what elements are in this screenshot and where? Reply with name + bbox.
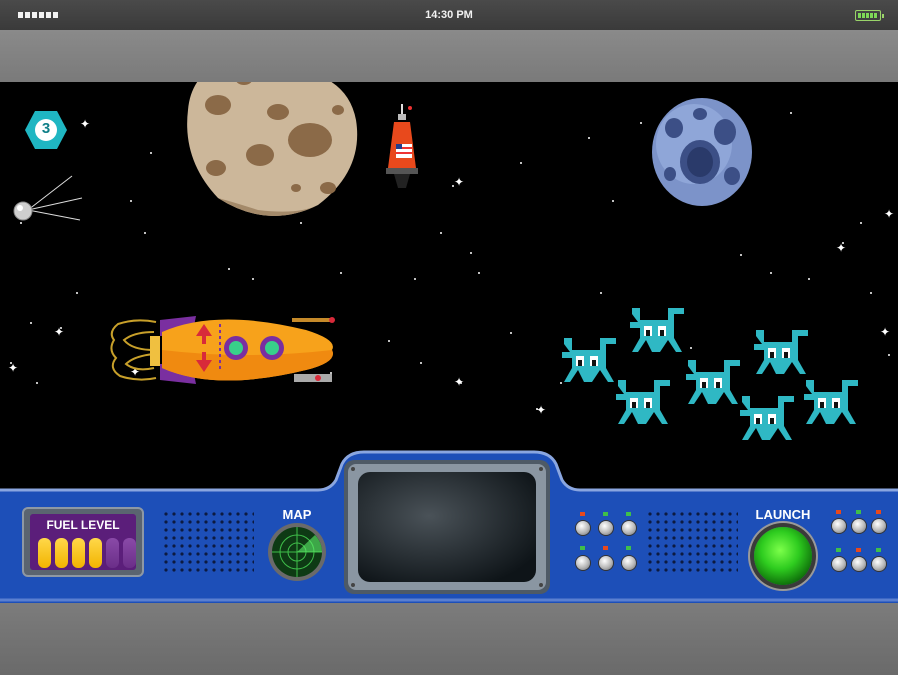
- star: [252, 278, 254, 280]
- map-label: MAP: [282, 507, 312, 522]
- star: [150, 152, 152, 154]
- control-knob[interactable]: [832, 519, 846, 533]
- launch-label: LAUNCH: [755, 507, 811, 522]
- star: [612, 200, 614, 202]
- star: [888, 354, 890, 356]
- alien-icon: [616, 380, 670, 424]
- bottom-bezel: [0, 603, 898, 675]
- fuel-cell: [55, 538, 68, 568]
- battery-icon: [855, 10, 884, 21]
- sparkle-star: ✦: [536, 403, 547, 417]
- star: [228, 268, 230, 270]
- star: [640, 122, 642, 124]
- fuel-cell: [123, 538, 136, 568]
- sparkle-star: ✦: [880, 325, 891, 339]
- sparkle-star: ✦: [884, 207, 895, 221]
- fuel-cells: [38, 538, 136, 568]
- control-knob[interactable]: [872, 557, 886, 571]
- control-knob[interactable]: [622, 556, 636, 570]
- alien-icon: [754, 330, 808, 374]
- capsule-icon: [386, 104, 418, 188]
- space-scene: ✦ ✦ ✦ ✦ ✦ ✦ ✦ ✦ ✦ ✦ 3: [0, 82, 898, 490]
- sparkle-star: ✦: [454, 375, 465, 389]
- sparkle-star: ✦: [80, 117, 91, 131]
- star: [860, 222, 862, 224]
- alien-icon: [740, 396, 794, 440]
- status-bar: 14:30 PM: [0, 0, 898, 30]
- sparkle-star: ✦: [54, 325, 65, 339]
- planet-icon: [187, 82, 358, 216]
- radar-icon[interactable]: [267, 522, 327, 582]
- control-knob[interactable]: [852, 519, 866, 533]
- star: [414, 278, 416, 280]
- level-number: 3: [41, 120, 51, 137]
- star: [510, 332, 512, 334]
- sparkle-star: ✦: [836, 241, 847, 255]
- star: [144, 232, 146, 234]
- star: [420, 362, 422, 364]
- star: [478, 272, 480, 274]
- star: [808, 278, 810, 280]
- star: [588, 137, 590, 139]
- star: [740, 254, 742, 256]
- control-knob[interactable]: [852, 557, 866, 571]
- screen-icon: [344, 460, 550, 594]
- control-knob[interactable]: [576, 521, 590, 535]
- star: [520, 162, 522, 164]
- speaker-grille-right: [646, 510, 738, 576]
- control-knob[interactable]: [832, 557, 846, 571]
- fuel-label: FUEL LEVEL: [46, 518, 120, 532]
- control-knob[interactable]: [872, 519, 886, 533]
- star: [36, 382, 38, 384]
- satellite-icon: [13, 175, 83, 221]
- star: [20, 222, 22, 224]
- fuel-gauge: FUEL LEVEL: [22, 507, 144, 577]
- star: [388, 340, 390, 342]
- sparkle-star: ✦: [454, 175, 465, 189]
- alien-invaders: [562, 308, 858, 440]
- control-knob[interactable]: [599, 521, 613, 535]
- control-knob[interactable]: [622, 521, 636, 535]
- star: [870, 292, 872, 294]
- launch-button[interactable]: [754, 527, 812, 585]
- rocket-icon: [110, 316, 335, 384]
- alien-icon: [686, 360, 740, 404]
- fuel-cell: [106, 538, 119, 568]
- moon-icon: [652, 98, 752, 206]
- star: [770, 272, 772, 274]
- status-time: 14:30 PM: [425, 9, 473, 21]
- star: [340, 272, 342, 274]
- alien-icon: [562, 338, 616, 382]
- fuel-cell: [89, 538, 102, 568]
- control-knob[interactable]: [576, 556, 590, 570]
- control-knob[interactable]: [599, 556, 613, 570]
- sparkle-star: ✦: [8, 361, 19, 375]
- top-bezel: [0, 30, 898, 82]
- fuel-cell: [38, 538, 51, 568]
- alien-icon: [630, 308, 684, 352]
- star: [470, 252, 472, 254]
- star: [790, 112, 792, 114]
- fuel-cell: [72, 538, 85, 568]
- alien-icon: [804, 380, 858, 424]
- speaker-grille-left: [162, 510, 254, 576]
- star: [30, 322, 32, 324]
- level-badge: 3: [24, 109, 68, 151]
- star: [76, 292, 78, 294]
- star: [130, 200, 132, 202]
- star: [440, 232, 442, 234]
